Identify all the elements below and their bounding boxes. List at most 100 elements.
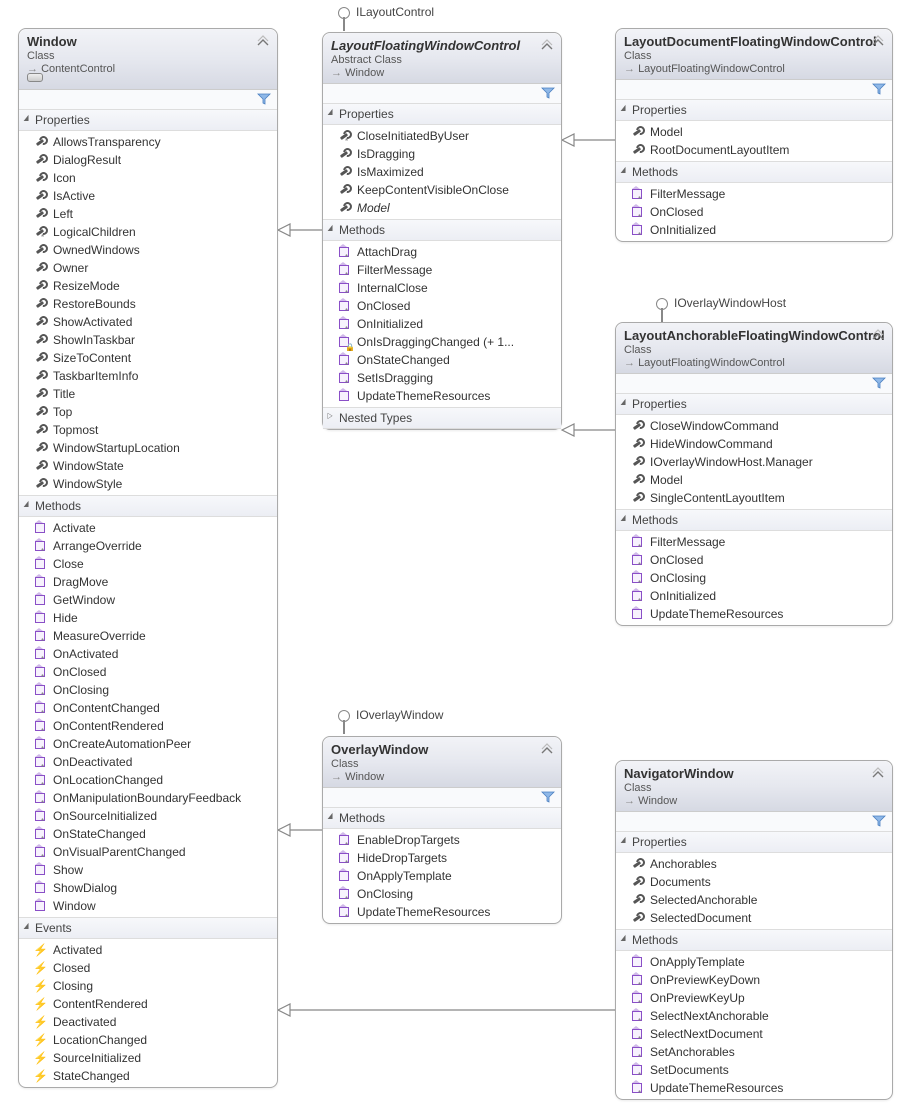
member-row[interactable]: * HideDropTargets <box>323 849 561 867</box>
member-row[interactable]: * CloseInitiatedByUser <box>323 127 561 145</box>
member-row[interactable]: * FilterMessage <box>323 261 561 279</box>
member-row[interactable]: Title <box>19 385 277 403</box>
funnel-icon[interactable] <box>257 92 271 106</box>
funnel-icon[interactable] <box>872 814 886 828</box>
member-row[interactable]: StateChanged <box>19 1067 277 1085</box>
section-header[interactable]: Methods <box>323 808 561 829</box>
member-row[interactable]: IsMaximized <box>323 163 561 181</box>
member-row[interactable]: ShowInTaskbar <box>19 331 277 349</box>
member-row[interactable]: Left <box>19 205 277 223</box>
member-row[interactable]: * OnClosed <box>616 203 892 221</box>
member-row[interactable]: Activated <box>19 941 277 959</box>
member-row[interactable]: 🔒 OnIsDraggingChanged (+ 1... <box>323 333 561 351</box>
member-row[interactable]: Close <box>19 555 277 573</box>
member-row[interactable]: Anchorables <box>616 855 892 873</box>
member-row[interactable]: UpdateThemeResources <box>323 387 561 405</box>
member-row[interactable]: Model <box>616 471 892 489</box>
section-header[interactable]: Methods <box>323 219 561 241</box>
member-row[interactable]: * OnPreviewKeyDown <box>616 971 892 989</box>
class-header[interactable]: LayoutFloatingWindowControl Abstract Cla… <box>323 33 561 84</box>
member-row[interactable]: Model <box>323 199 561 217</box>
member-row[interactable]: ShowActivated <box>19 313 277 331</box>
member-row[interactable]: * OnInitialized <box>323 315 561 333</box>
member-row[interactable]: WindowState <box>19 457 277 475</box>
member-row[interactable]: TaskbarItemInfo <box>19 367 277 385</box>
member-row[interactable]: * InternalClose <box>323 279 561 297</box>
member-row[interactable]: * ArrangeOverride <box>19 537 277 555</box>
member-row[interactable]: IsDragging <box>323 145 561 163</box>
member-row[interactable]: * OnClosing <box>323 885 561 903</box>
member-row[interactable]: CloseWindowCommand <box>616 417 892 435</box>
member-row[interactable]: * OnStateChanged <box>323 351 561 369</box>
chevron-collapse-icon[interactable] <box>870 329 886 345</box>
class-header[interactable]: LayoutDocumentFloatingWindowControl Clas… <box>616 29 892 80</box>
member-row[interactable]: * SetAnchorables <box>616 1043 892 1061</box>
member-row[interactable]: * OnLocationChanged <box>19 771 277 789</box>
member-row[interactable]: UpdateThemeResources <box>616 605 892 623</box>
member-row[interactable]: SelectedAnchorable <box>616 891 892 909</box>
member-row[interactable]: Documents <box>616 873 892 891</box>
member-row[interactable]: * OnContentRendered <box>19 717 277 735</box>
member-row[interactable]: * OnClosing <box>616 569 892 587</box>
member-row[interactable]: * OnManipulationBoundaryFeedback <box>19 789 277 807</box>
member-row[interactable]: ShowDialog <box>19 879 277 897</box>
funnel-icon[interactable] <box>872 376 886 390</box>
member-row[interactable]: * MeasureOverride <box>19 627 277 645</box>
class-box[interactable]: LayoutDocumentFloatingWindowControl Clas… <box>615 28 893 242</box>
member-row[interactable]: * EnableDropTargets <box>323 831 561 849</box>
member-row[interactable]: SizeToContent <box>19 349 277 367</box>
section-header[interactable]: Methods <box>616 161 892 183</box>
member-row[interactable]: * OnActivated <box>19 645 277 663</box>
member-row[interactable]: OnApplyTemplate <box>616 953 892 971</box>
class-box[interactable]: NavigatorWindow Class Window Properties … <box>615 760 893 1100</box>
funnel-icon[interactable] <box>541 790 555 804</box>
member-row[interactable]: * OnCreateAutomationPeer <box>19 735 277 753</box>
member-row[interactable]: * OnClosing <box>19 681 277 699</box>
class-header[interactable]: OverlayWindow Class Window <box>323 737 561 788</box>
member-row[interactable]: ContentRendered <box>19 995 277 1013</box>
chevron-collapse-icon[interactable] <box>870 35 886 51</box>
member-row[interactable]: DragMove <box>19 573 277 591</box>
member-row[interactable]: * SetIsDragging <box>323 369 561 387</box>
class-box[interactable]: OverlayWindow Class Window Methods * Ena… <box>322 736 562 924</box>
class-header[interactable]: Window Class ContentControl <box>19 29 277 90</box>
section-header[interactable]: Properties <box>19 110 277 131</box>
class-box[interactable]: Window Class ContentControl Properties A… <box>18 28 278 1088</box>
member-row[interactable]: Owner <box>19 259 277 277</box>
chevron-collapse-icon[interactable] <box>255 35 271 51</box>
member-row[interactable]: Deactivated <box>19 1013 277 1031</box>
member-row[interactable]: Icon <box>19 169 277 187</box>
funnel-icon[interactable] <box>872 82 886 96</box>
member-row[interactable]: HideWindowCommand <box>616 435 892 453</box>
member-row[interactable]: Show <box>19 861 277 879</box>
chevron-collapse-icon[interactable] <box>539 743 555 759</box>
member-row[interactable]: Topmost <box>19 421 277 439</box>
member-row[interactable]: * OnVisualParentChanged <box>19 843 277 861</box>
member-row[interactable]: * LogicalChildren <box>19 223 277 241</box>
member-row[interactable]: * OnDeactivated <box>19 753 277 771</box>
section-header[interactable]: Nested Types <box>323 407 561 429</box>
member-row[interactable]: * OnContentChanged <box>19 699 277 717</box>
member-row[interactable]: * SetDocuments <box>616 1061 892 1079</box>
member-row[interactable]: * SelectNextDocument <box>616 1025 892 1043</box>
member-row[interactable]: * OnStateChanged <box>19 825 277 843</box>
member-row[interactable]: * OnInitialized <box>616 221 892 239</box>
member-row[interactable]: OwnedWindows <box>19 241 277 259</box>
member-row[interactable]: KeepContentVisibleOnClose <box>323 181 561 199</box>
funnel-icon[interactable] <box>541 86 555 100</box>
member-row[interactable]: * OnClosed <box>19 663 277 681</box>
member-row[interactable]: IOverlayWindowHost.Manager <box>616 453 892 471</box>
section-header[interactable]: Properties <box>616 100 892 121</box>
member-row[interactable]: Hide <box>19 609 277 627</box>
member-row[interactable]: * FilterMessage <box>616 533 892 551</box>
member-row[interactable]: Window <box>19 897 277 915</box>
section-header[interactable]: Properties <box>323 104 561 125</box>
member-row[interactable]: AllowsTransparency <box>19 133 277 151</box>
member-row[interactable]: DialogResult <box>19 151 277 169</box>
member-row[interactable]: * AttachDrag <box>323 243 561 261</box>
member-row[interactable]: * OnClosed <box>323 297 561 315</box>
member-row[interactable]: * UpdateThemeResources <box>616 1079 892 1097</box>
member-row[interactable]: RestoreBounds <box>19 295 277 313</box>
member-row[interactable]: * OnSourceInitialized <box>19 807 277 825</box>
member-row[interactable]: * OnClosed <box>616 551 892 569</box>
